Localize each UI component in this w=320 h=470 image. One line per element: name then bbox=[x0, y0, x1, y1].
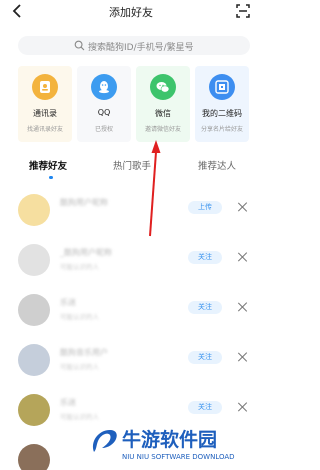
avatar[interactable] bbox=[18, 344, 50, 376]
list-item: _酷狗用户昵称 可能认识的人 关注 bbox=[0, 240, 262, 290]
wechat-icon bbox=[150, 74, 176, 100]
friend-desc: 可能认识的人 bbox=[60, 363, 99, 371]
watermark-logo-icon bbox=[92, 430, 117, 452]
active-tab-indicator bbox=[49, 176, 53, 179]
card-label: 我的二维码 bbox=[202, 109, 242, 118]
avatar[interactable] bbox=[18, 244, 50, 276]
add-friend-methods: 通讯录 找通讯录好友 QQ 已授权 微信 邀请微信好友 我的二维码 分享名片给好… bbox=[18, 66, 249, 142]
qrcode-icon bbox=[209, 74, 235, 100]
contacts-icon bbox=[32, 74, 58, 100]
friend-desc: 可能认识的人 bbox=[60, 263, 99, 271]
avatar[interactable] bbox=[18, 444, 50, 470]
tab-recommend-experts[interactable]: 推荐达人 bbox=[198, 158, 236, 172]
list-item: 酷狗音乐用户 可能认识的人 关注 bbox=[0, 340, 262, 390]
card-label: 通讯录 bbox=[33, 109, 57, 118]
card-sub: 分享名片给好友 bbox=[200, 126, 243, 133]
scan-icon[interactable] bbox=[236, 4, 250, 18]
page-title: 添加好友 bbox=[109, 6, 153, 19]
watermark: 牛游软件园 NIU NIU SOFTWARE DOWNLOAD bbox=[88, 424, 258, 464]
avatar[interactable] bbox=[18, 194, 50, 226]
tab-recommend-friends[interactable]: 推荐好友 bbox=[29, 158, 67, 172]
close-icon[interactable] bbox=[238, 402, 248, 412]
nav-bar: 添加好友 bbox=[0, 0, 262, 28]
watermark-en: NIU NIU SOFTWARE DOWNLOAD bbox=[122, 453, 235, 461]
close-icon[interactable] bbox=[238, 252, 248, 262]
card-label: QQ bbox=[97, 108, 111, 117]
search-placeholder: 搜索酷狗ID/手机号/繁星号 bbox=[88, 43, 194, 53]
card-sub: 已授权 bbox=[94, 126, 113, 133]
card-sub: 邀请微信好友 bbox=[144, 126, 181, 133]
upload-button[interactable]: 上传 bbox=[188, 201, 222, 214]
follow-button[interactable]: 关注 bbox=[188, 401, 222, 414]
list-item: 乐迷 可能认识的人 关注 bbox=[0, 290, 262, 340]
friend-name: 乐迷 bbox=[60, 298, 76, 307]
follow-button[interactable]: 关注 bbox=[188, 301, 222, 314]
close-icon[interactable] bbox=[238, 202, 248, 212]
close-icon[interactable] bbox=[238, 352, 248, 362]
watermark-cn: 牛游软件园 bbox=[122, 429, 218, 451]
follow-button[interactable]: 关注 bbox=[188, 351, 222, 364]
search-input[interactable]: 搜索酷狗ID/手机号/繁星号 bbox=[18, 36, 250, 55]
tab-hot-singers[interactable]: 热门歌手 bbox=[113, 158, 151, 172]
search-icon bbox=[74, 40, 85, 51]
wechat-card[interactable]: 微信 邀请微信好友 bbox=[136, 66, 190, 142]
follow-button[interactable]: 关注 bbox=[188, 251, 222, 264]
friend-desc: 可能认识的人 bbox=[60, 313, 99, 321]
friend-name: 乐迷 bbox=[60, 398, 76, 407]
friend-name: 酷狗用户昵称 bbox=[60, 198, 108, 207]
friend-name: 酷狗音乐用户 bbox=[60, 348, 108, 357]
close-icon[interactable] bbox=[238, 302, 248, 312]
qq-card[interactable]: QQ 已授权 bbox=[77, 66, 131, 142]
friend-desc: 可能认识的人 bbox=[60, 413, 99, 421]
avatar[interactable] bbox=[18, 394, 50, 426]
card-label: 微信 bbox=[155, 109, 171, 118]
friend-name: _酷狗用户昵称 bbox=[60, 248, 112, 257]
card-sub: 找通讯录好友 bbox=[26, 126, 63, 133]
avatar[interactable] bbox=[18, 294, 50, 326]
contacts-card[interactable]: 通讯录 找通讯录好友 bbox=[18, 66, 72, 142]
recommend-tabs: 推荐好友 热门歌手 推荐达人 bbox=[0, 152, 262, 180]
qrcode-card[interactable]: 我的二维码 分享名片给好友 bbox=[195, 66, 249, 142]
qq-icon bbox=[91, 74, 117, 100]
list-item: 酷狗用户昵称 上传 bbox=[0, 190, 262, 240]
